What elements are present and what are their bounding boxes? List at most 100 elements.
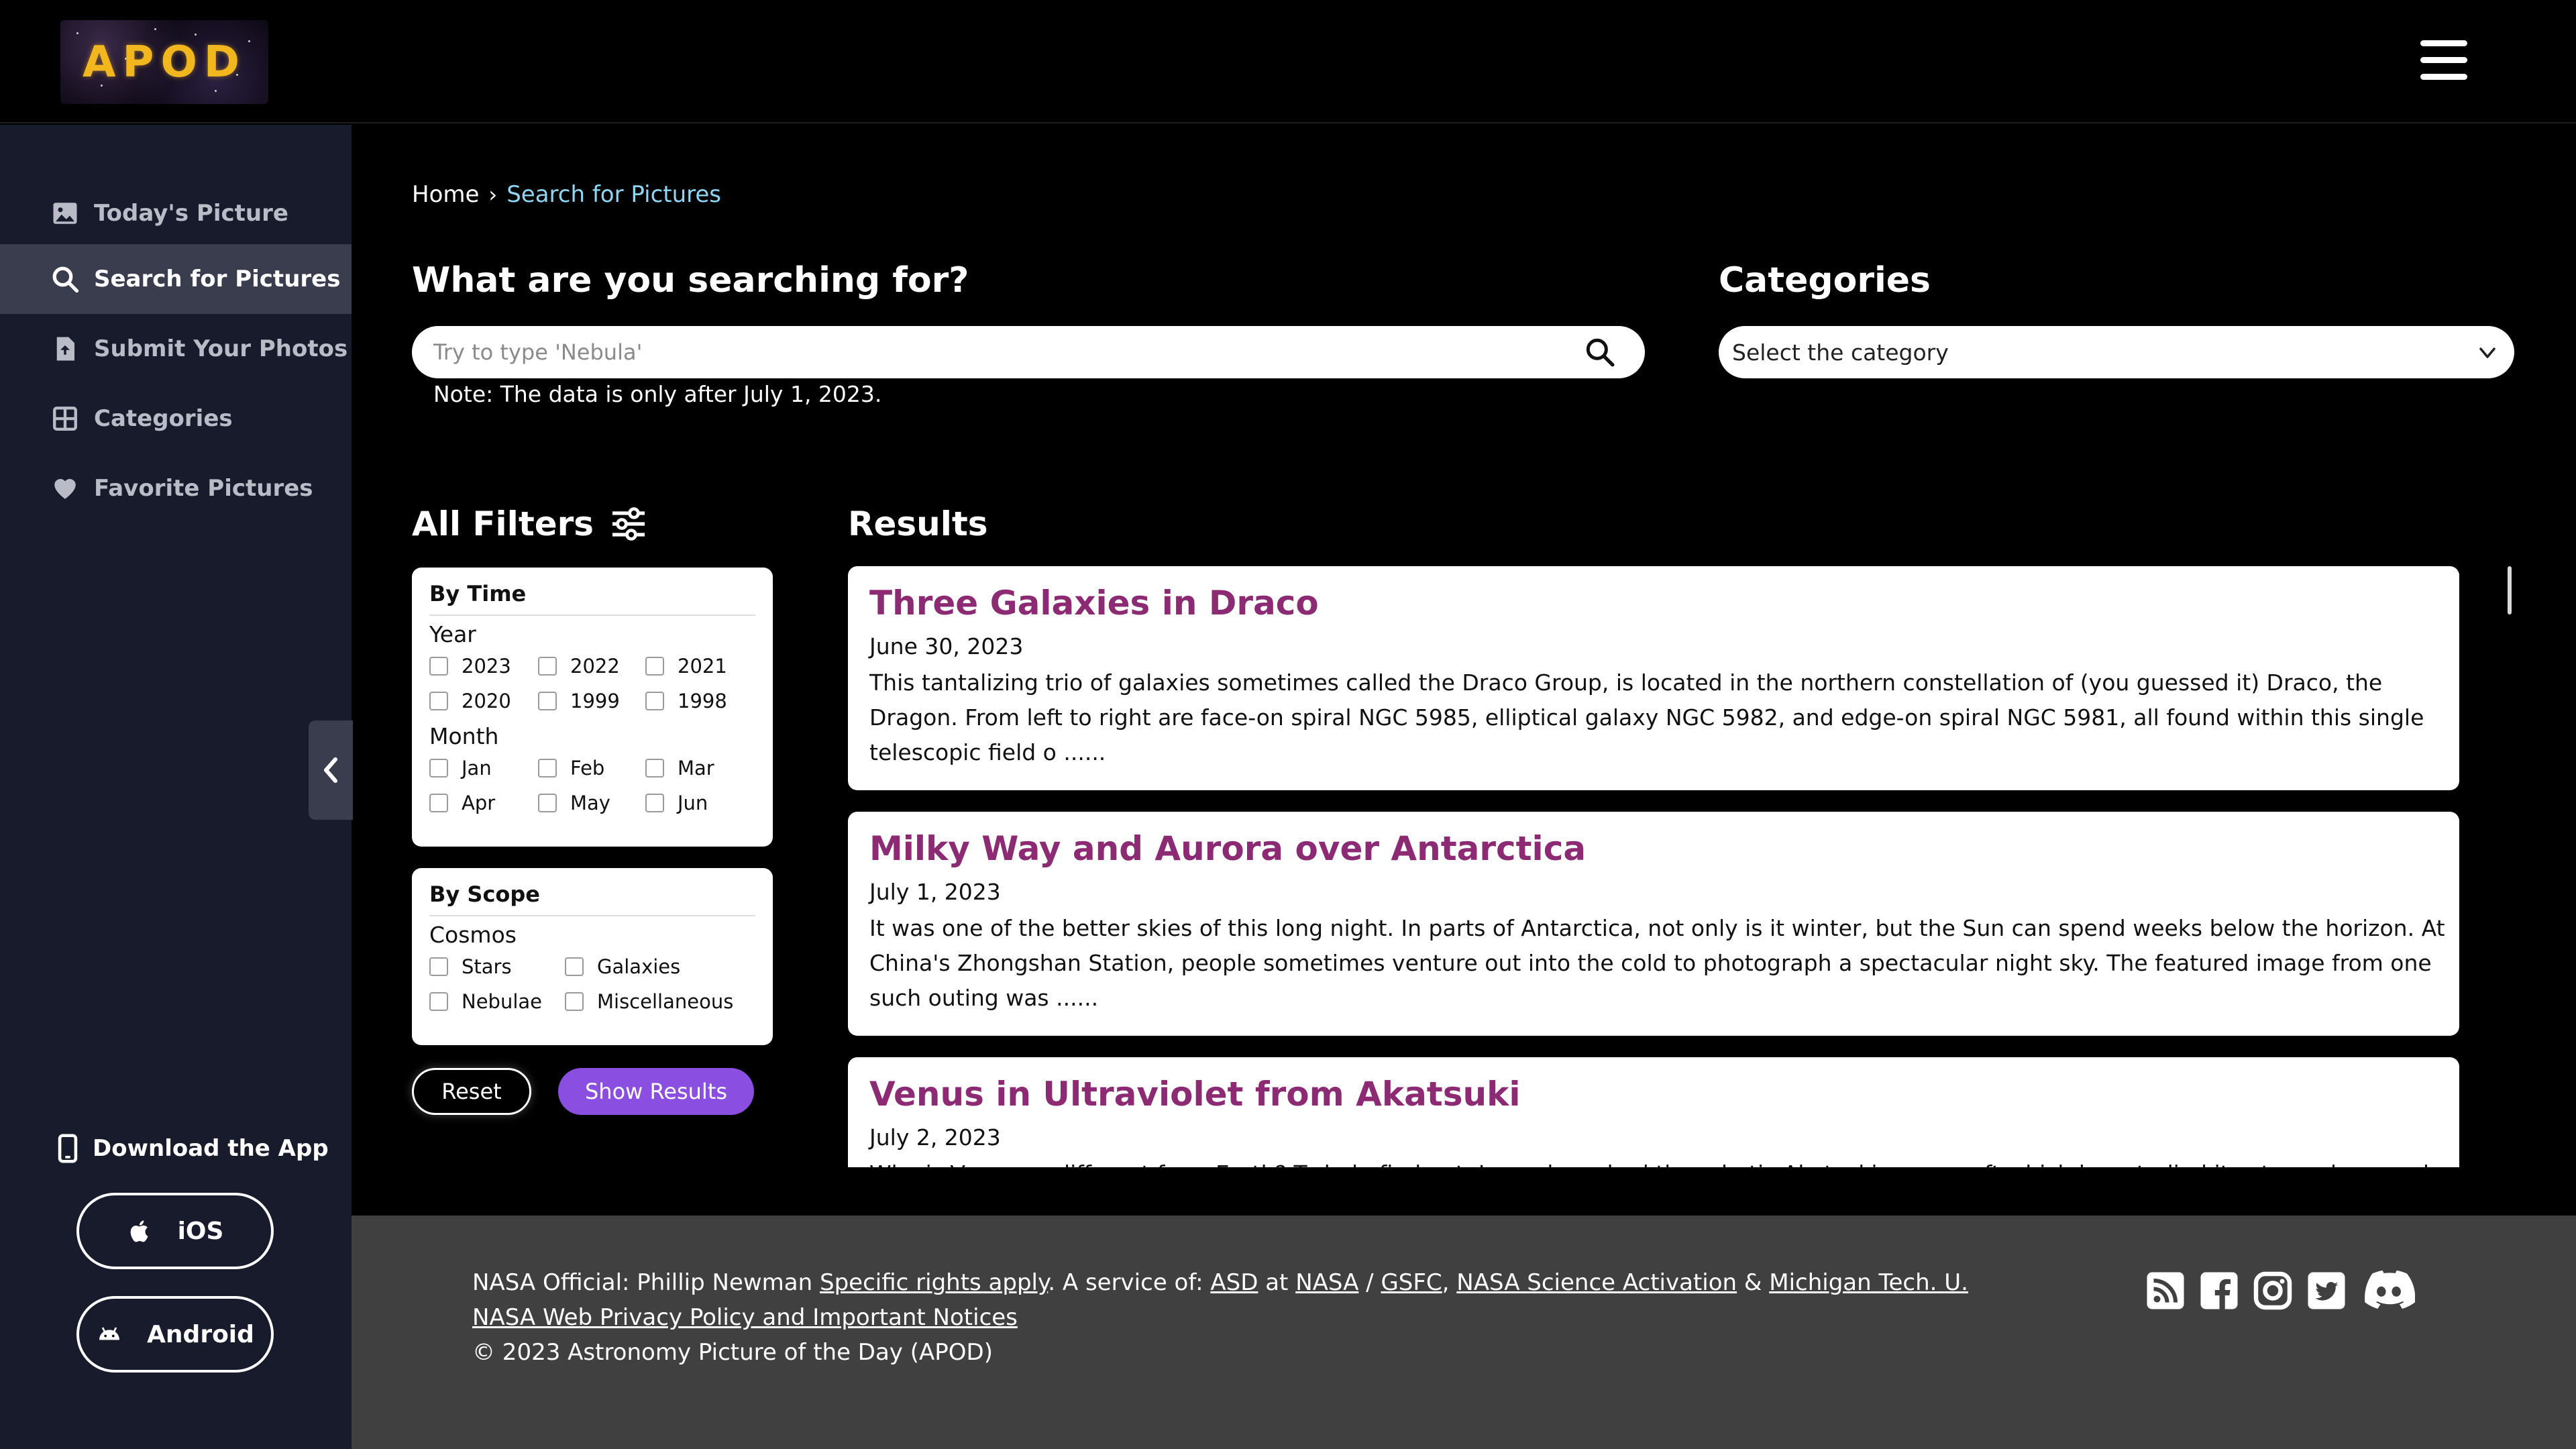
month-checkbox-apr[interactable]: Apr [429,792,495,814]
all-filters-label: All Filters [412,504,594,543]
checkbox[interactable] [645,657,664,676]
year-checkbox-1998[interactable]: 1998 [645,690,727,712]
results-heading: Results [848,504,988,543]
footer-official: NASA Official: Phillip Newman [472,1269,820,1296]
footer-nasa-link[interactable]: NASA [1295,1269,1358,1296]
sidebar-item-submit-your-photos[interactable]: Submit Your Photos [0,314,352,384]
result-title[interactable]: Venus in Ultraviolet from Akatsuki [869,1075,1520,1114]
footer-privacy-row: NASA Web Privacy Policy and Important No… [472,1304,1018,1331]
sidebar-item-search-for-pictures[interactable]: Search for Pictures [0,244,352,314]
year-checkbox-2021[interactable]: 2021 [645,655,727,678]
year-label: Year [429,621,476,647]
scope-checkbox-stars[interactable]: Stars [429,955,512,978]
apple-icon [130,1220,148,1242]
checkbox[interactable] [429,759,448,777]
checkbox[interactable] [538,692,557,710]
heart-icon [54,479,76,499]
checkbox[interactable] [429,657,448,676]
twitter-icon[interactable] [2306,1269,2347,1312]
sidebar-item-favorite-pictures[interactable]: Favorite Pictures [0,453,352,523]
footer-activation-link[interactable]: NASA Science Activation [1456,1269,1737,1296]
menu-icon[interactable] [2420,40,2467,80]
checkbox-label: Nebulae [462,990,542,1013]
instagram-icon[interactable] [2253,1269,2293,1312]
checkbox[interactable] [538,794,557,812]
month-checkbox-feb[interactable]: Feb [538,757,604,780]
footer: NASA Official: Phillip Newman Specific r… [352,1216,2576,1449]
checkbox[interactable] [429,957,448,976]
show-results-button[interactable]: Show Results [558,1068,754,1115]
checkbox-label: Miscellaneous [597,990,734,1013]
footer-amp-text: & [1737,1269,1770,1296]
facebook-icon[interactable] [2199,1269,2239,1312]
month-checkbox-mar[interactable]: Mar [645,757,714,780]
result-title[interactable]: Milky Way and Aurora over Antarctica [869,829,1586,868]
all-filters-heading: All Filters [412,504,647,543]
download-app-label: Download the App [93,1135,329,1162]
file-upload-icon [56,337,74,361]
checkbox-label: Jan [462,757,492,780]
search-input[interactable] [433,326,1560,378]
ios-label: iOS [177,1217,224,1245]
year-checkbox-2020[interactable]: 2020 [429,690,511,712]
year-checkbox-2023[interactable]: 2023 [429,655,511,678]
search-note: Note: The data is only after July 1, 202… [433,381,882,407]
android-icon [99,1327,120,1340]
checkbox[interactable] [429,692,448,710]
category-select[interactable]: Select the category [1719,326,2514,378]
by-time-filter-box: By Time Year 2023 2022 2021 2020 1999 19… [412,568,773,847]
scope-checkbox-galaxies[interactable]: Galaxies [565,955,680,978]
checkbox[interactable] [645,794,664,812]
sliders-icon[interactable] [610,506,647,541]
checkbox[interactable] [645,692,664,710]
scope-checkbox-miscellaneous[interactable]: Miscellaneous [565,990,733,1013]
sidebar-item-categories[interactable]: Categories [0,384,352,453]
month-checkbox-jun[interactable]: Jun [645,792,708,814]
sidebar-item-todays-picture[interactable]: Today's Picture [0,178,352,248]
apod-logo[interactable]: APOD [60,20,268,104]
by-scope-title: By Scope [429,881,540,907]
checkbox-label: 1998 [678,690,727,712]
checkbox[interactable] [565,957,584,976]
checkbox-label: 1999 [570,690,620,712]
scope-checkbox-nebulae[interactable]: Nebulae [429,990,542,1013]
checkbox[interactable] [565,992,584,1011]
chevron-right-icon: › [488,182,498,207]
footer-privacy-link[interactable]: NASA Web Privacy Policy and Important No… [472,1304,1018,1331]
sidebar: Today's Picture Search for Pictures Subm… [0,125,352,1449]
footer-slash-text: / [1358,1269,1381,1296]
checkbox-label: 2021 [678,655,727,678]
result-card[interactable]: Three Galaxies in Draco June 30, 2023 Th… [848,566,2459,790]
year-checkbox-1999[interactable]: 1999 [538,690,620,712]
by-scope-filter-box: By Scope Cosmos Stars Galaxies Nebulae M… [412,868,773,1045]
breadcrumb-home[interactable]: Home [412,181,479,208]
year-checkbox-2022[interactable]: 2022 [538,655,620,678]
checkbox[interactable] [538,657,557,676]
search-icon[interactable] [1583,335,1617,369]
collapse-sidebar-button[interactable] [309,720,353,820]
checkbox[interactable] [538,759,557,777]
month-checkbox-may[interactable]: May [538,792,610,814]
discord-icon[interactable] [2363,1269,2415,1312]
month-checkbox-jan[interactable]: Jan [429,757,492,780]
footer-comma-text: , [1442,1269,1457,1296]
search-heading: What are you searching for? [412,260,969,301]
ios-download-button[interactable]: iOS [76,1193,274,1269]
results-list[interactable]: Three Galaxies in Draco June 30, 2023 Th… [848,566,2461,1167]
result-title[interactable]: Three Galaxies in Draco [869,584,1319,623]
footer-rights-link[interactable]: Specific rights apply [820,1269,1048,1296]
rss-icon[interactable] [2145,1269,2186,1312]
footer-gsfc-link[interactable]: GSFC [1381,1269,1442,1296]
result-date: July 1, 2023 [869,879,1001,905]
checkbox[interactable] [429,794,448,812]
footer-michigan-link[interactable]: Michigan Tech. U. [1769,1269,1968,1296]
checkbox[interactable] [645,759,664,777]
result-card[interactable]: Milky Way and Aurora over Antarctica Jul… [848,812,2459,1036]
reset-button[interactable]: Reset [412,1068,531,1115]
results-scrollbar[interactable] [2508,566,2512,614]
footer-asd-link[interactable]: ASD [1210,1269,1258,1296]
result-card[interactable]: Venus in Ultraviolet from Akatsuki July … [848,1057,2459,1167]
android-download-button[interactable]: Android [76,1296,274,1373]
checkbox[interactable] [429,992,448,1011]
grid-icon [53,407,77,431]
